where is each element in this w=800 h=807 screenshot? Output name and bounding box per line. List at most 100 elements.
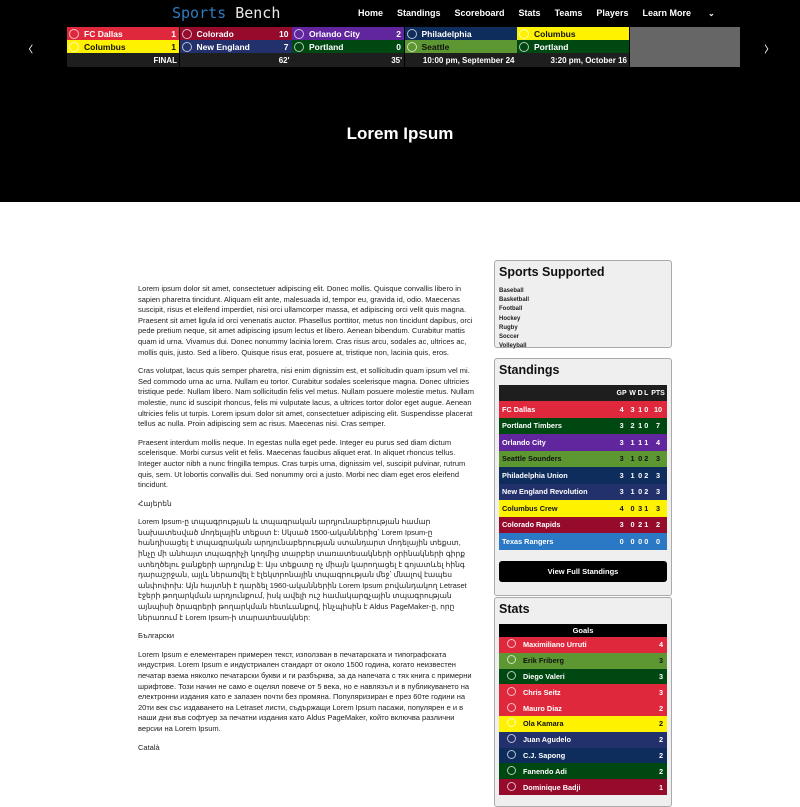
standings-gp: 3: [619, 470, 624, 480]
team-score: 10: [279, 28, 289, 39]
nav-home[interactable]: Home: [358, 8, 383, 18]
scoreboard-game[interactable]: Columbus Portland 3:20 pm, October 16: [517, 27, 629, 67]
game-status: 10:00 pm, September 24: [404, 53, 517, 67]
nav-stats[interactable]: Stats: [519, 8, 541, 18]
standings-d: 0: [638, 487, 643, 497]
team-logo-icon: [519, 41, 529, 52]
nav-scoreboard[interactable]: Scoreboard: [455, 8, 505, 18]
team-logo-icon: [506, 749, 516, 759]
player-name: C.J. Sapong: [523, 750, 566, 760]
goals-row[interactable]: Fanendo Adi 2: [499, 763, 667, 780]
team-logo-icon: [506, 686, 516, 696]
nav-learn-more[interactable]: Learn More ⌄: [642, 8, 728, 18]
goals-row[interactable]: C.J. Sapong 2: [499, 747, 667, 764]
player-name: Diego Valeri: [523, 671, 565, 681]
team-logo-icon: [506, 639, 516, 649]
goals-row[interactable]: Juan Agudelo 2: [499, 731, 667, 748]
goal-count: 2: [658, 766, 663, 776]
paragraph-armenian: Lorem Ipsum-ը տպագրության և տպագրական ար…: [138, 517, 467, 622]
team-logo-icon: [506, 718, 516, 728]
team-logo-icon: [69, 28, 79, 39]
sport-item[interactable]: Volleyball: [499, 342, 667, 351]
goal-count: 2: [658, 750, 663, 760]
scoreboard-team-home: Philadelphia: [404, 27, 517, 40]
team-name: Orlando City: [309, 28, 361, 39]
goals-row[interactable]: Ola Kamara 2: [499, 715, 667, 732]
heading-catalan: Català: [138, 742, 160, 752]
view-full-standings-button[interactable]: View Full Standings: [499, 560, 667, 582]
scoreboard-team-away: Seattle: [404, 40, 517, 53]
sport-item[interactable]: Soccer: [499, 333, 667, 342]
team-logo-cell: [499, 669, 523, 685]
standings-row[interactable]: Seattle Sounders 3 1 0 2 3: [499, 450, 667, 467]
standings-column-header: W: [628, 385, 637, 401]
scoreboard-game[interactable]: Orlando City 2 Portland 0 35': [292, 27, 404, 67]
standings-gp: 4: [619, 404, 624, 414]
article-content: Lorem ipsum dolor sit amet, consectetuer…: [138, 284, 480, 761]
team-logo-icon: [406, 41, 417, 52]
standings-team: Orlando City: [502, 437, 546, 447]
standings-column-header: PTS: [649, 385, 667, 401]
team-name: New England: [196, 41, 250, 52]
page-title: Lorem Ipsum: [346, 124, 454, 143]
paragraph: Lorem ipsum dolor sit amet, consectetuer…: [138, 284, 473, 357]
scoreboard-game[interactable]: Colorado 10 New England 7 62': [179, 27, 292, 67]
standings-pts: 3: [656, 487, 661, 497]
standings-d: 1: [638, 421, 643, 431]
scoreboard-game[interactable]: Philadelphia Seattle 10:00 pm, September 2…: [404, 27, 517, 67]
standings-row[interactable]: Orlando City 3 1 1 1 4: [499, 434, 667, 451]
team-logo-cell: [499, 700, 523, 716]
standings-team: New England Revolution: [502, 487, 588, 497]
sport-item[interactable]: Hockey: [499, 315, 667, 324]
standings-w: 0: [630, 536, 635, 546]
goals-row[interactable]: Chris Seitz 3: [499, 684, 667, 701]
site-header: Sports Bench Home Standings Scoreboard S…: [0, 0, 800, 202]
player-name: Erik Friberg: [523, 656, 564, 666]
standings-w: 0: [630, 503, 635, 513]
standings-d: 0: [638, 454, 643, 464]
widget-title: Standings: [499, 363, 560, 377]
sport-item[interactable]: Baseball: [499, 287, 667, 296]
sport-item[interactable]: Basketball: [499, 296, 667, 305]
standings-team: Portland Timbers: [502, 421, 562, 431]
goals-row[interactable]: Erik Friberg 3: [499, 652, 667, 669]
standings-row[interactable]: Columbus Crew 4 0 3 1 3: [499, 500, 667, 517]
standings-row[interactable]: Philadelphia Union 3 1 0 2 3: [499, 467, 667, 484]
scoreboard-team-home: Orlando City 2: [292, 27, 404, 40]
standings-team: FC Dallas: [502, 404, 536, 414]
standings-column-header: [499, 385, 615, 401]
team-name: Columbus: [534, 28, 576, 39]
standings-pts: 10: [653, 404, 663, 414]
goals-row[interactable]: Diego Valeri 3: [499, 668, 667, 685]
scoreboard-empty-slot: [629, 27, 740, 67]
standings-row[interactable]: New England Revolution 3 1 0 2 3: [499, 483, 667, 500]
standings-table: GP W D L PTS FC Dallas 4 3 1 0 10 Portland Timbers…: [499, 385, 667, 550]
standings-row[interactable]: Portland Timbers 3 2 1 0 7: [499, 417, 667, 434]
standings-w: 1: [630, 487, 635, 497]
team-score: 0: [396, 41, 401, 52]
sport-item[interactable]: Rugby: [499, 324, 667, 333]
goals-row[interactable]: Dominique Badji 1: [499, 779, 667, 795]
nav-standings[interactable]: Standings: [397, 8, 441, 18]
scoreboard-next-arrow-icon[interactable]: ›: [764, 34, 770, 62]
team-name: Portland: [534, 41, 569, 52]
player-name: Maximiliano Urruti: [523, 640, 587, 650]
standings-gp: 3: [619, 437, 624, 447]
nav-teams[interactable]: Teams: [555, 8, 583, 18]
sport-item[interactable]: Football: [499, 305, 667, 314]
goals-row[interactable]: Maximiliano Urruti 4: [499, 637, 667, 653]
scoreboard-game[interactable]: FC Dallas 1 Columbus 1 FINAL: [67, 27, 179, 67]
standings-row[interactable]: Texas Rangers 0 0 0 0 0: [499, 533, 667, 550]
goals-row[interactable]: Mauro Diaz 2: [499, 700, 667, 716]
nav-players[interactable]: Players: [596, 8, 628, 18]
standings-row[interactable]: Colorado Rapids 3 0 2 1 2: [499, 516, 667, 533]
widget-title: Sports Supported: [499, 265, 605, 279]
standings-gp: 4: [619, 503, 624, 513]
standings-d: 1: [638, 437, 643, 447]
player-name: Mauro Diaz: [523, 703, 562, 713]
site-logo[interactable]: Sports Bench: [172, 4, 280, 22]
goal-count: 2: [658, 719, 663, 729]
standings-gp: 3: [619, 421, 624, 431]
standings-row[interactable]: FC Dallas 4 3 1 0 10: [499, 401, 667, 418]
scoreboard-prev-arrow-icon[interactable]: ‹: [28, 34, 34, 62]
